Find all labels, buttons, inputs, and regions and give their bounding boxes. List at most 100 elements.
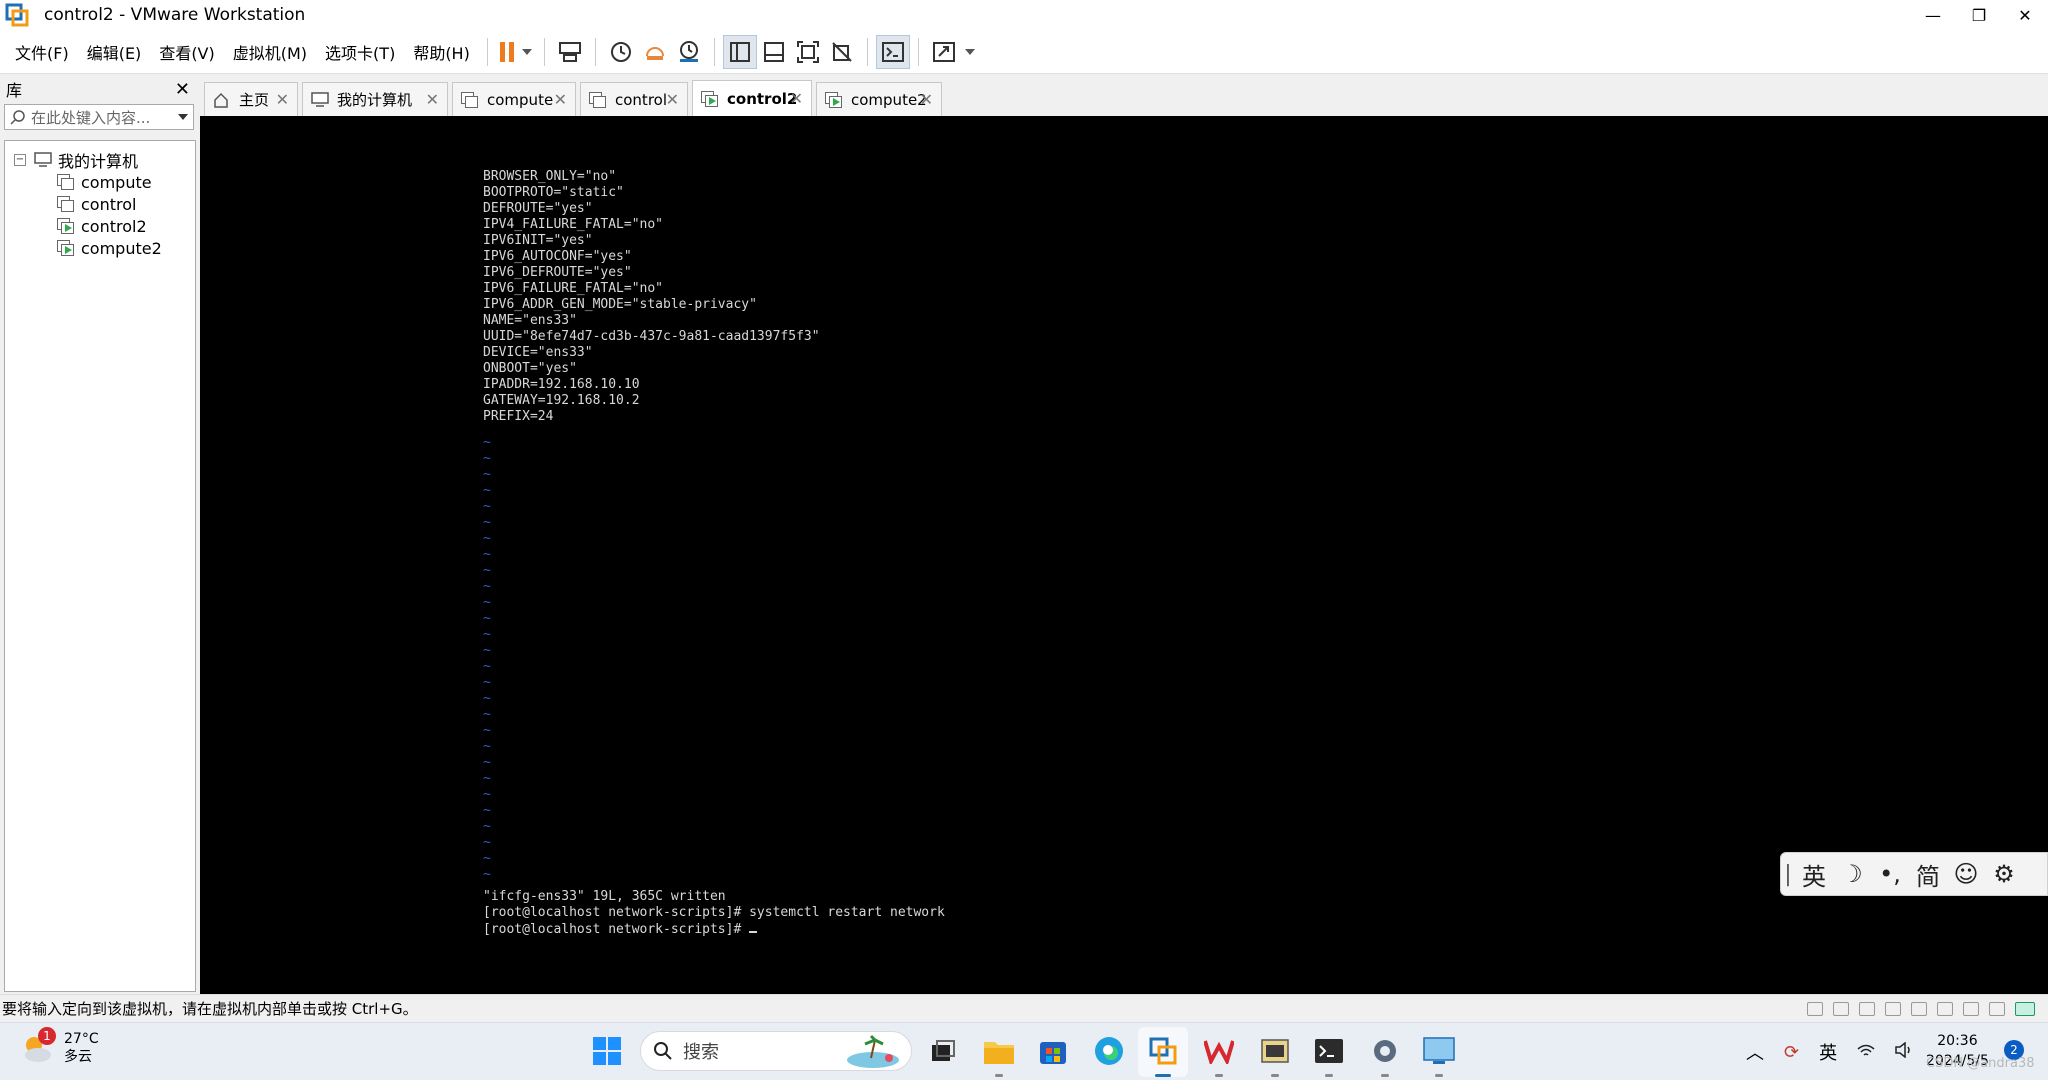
close-icon[interactable]: ✕ <box>276 90 289 109</box>
menu-help[interactable]: 帮助(H) <box>404 37 479 67</box>
full-screen-button[interactable] <box>791 35 825 69</box>
tray-input-language[interactable]: 英 <box>1819 1039 1837 1065</box>
collapse-icon[interactable]: − <box>14 154 26 166</box>
tab-compute2[interactable]: compute2 ✕ <box>816 82 942 116</box>
network-adapter-icon[interactable] <box>1911 1001 1927 1016</box>
settings-app-icon[interactable] <box>1368 1034 1402 1077</box>
restore-button[interactable]: ❐ <box>1956 0 2002 30</box>
display-icon[interactable] <box>1989 1001 2005 1016</box>
network-adapter-icon[interactable] <box>1885 1001 1901 1016</box>
library-search[interactable]: 在此处键入内容... <box>4 104 194 130</box>
message-log-icon[interactable] <box>2015 1001 2035 1016</box>
tab-control2[interactable]: control2 ✕ <box>692 80 812 116</box>
close-button[interactable]: ✕ <box>2002 0 2048 30</box>
menu-vm[interactable]: 虚拟机(M) <box>224 37 316 67</box>
microsoft-store-icon[interactable] <box>1036 1034 1070 1068</box>
console-view-button[interactable] <box>875 34 910 69</box>
thumbnail-bar-button[interactable] <box>757 35 791 69</box>
search-icon <box>5 109 31 125</box>
file-explorer-icon[interactable] <box>982 1034 1016 1077</box>
tab-compute[interactable]: compute ✕ <box>452 82 576 116</box>
ime-toolbar: | 英 ☽ •, 简 ☺ ⚙ <box>1780 852 2048 896</box>
close-icon[interactable]: ✕ <box>790 89 803 108</box>
vim-empty-line-tilde: ~ <box>483 515 491 530</box>
tree-item-compute2[interactable]: compute2 <box>5 237 195 259</box>
wifi-icon[interactable] <box>1857 1042 1875 1063</box>
tab-home[interactable]: 主页 ✕ <box>204 82 298 116</box>
sound-card-icon[interactable] <box>1937 1001 1953 1016</box>
vm-icon <box>57 196 75 212</box>
config-line: IPV6_ADDR_GEN_MODE="stable-privacy" <box>483 297 757 312</box>
chevron-down-icon <box>964 48 975 55</box>
show-library-button[interactable] <box>722 34 757 69</box>
toolbar-separator <box>543 37 545 66</box>
tree-item-compute[interactable]: compute <box>5 171 195 193</box>
library-title: 库 <box>6 81 23 100</box>
revert-snapshot-button[interactable] <box>638 35 672 69</box>
remote-desktop-icon[interactable] <box>1422 1034 1456 1077</box>
ime-simplified-toggle[interactable]: 简 <box>1909 857 1947 892</box>
tree-item-control2[interactable]: control2 <box>5 215 195 237</box>
start-button[interactable] <box>590 1034 624 1068</box>
text-cursor <box>749 921 758 933</box>
settings-icon[interactable]: ⚙ <box>1985 860 2023 888</box>
cd-drive-icon[interactable] <box>1833 1001 1849 1016</box>
vim-empty-line-tilde: ~ <box>483 579 491 594</box>
chevron-down-icon[interactable] <box>173 114 193 120</box>
wps-office-icon[interactable] <box>1202 1034 1236 1077</box>
task-view-icon[interactable] <box>926 1034 960 1068</box>
emoji-icon[interactable]: ☺ <box>1947 860 1985 888</box>
printer-icon[interactable] <box>1963 1001 1979 1016</box>
vmware-workstation-icon[interactable] <box>1146 1034 1180 1077</box>
menu-view[interactable]: 查看(V) <box>150 37 223 67</box>
show-hidden-icons-chevron-icon[interactable]: ︿ <box>1746 1039 1764 1065</box>
vim-empty-line-tilde: ~ <box>483 483 491 498</box>
config-line: DEVICE="ens33" <box>483 345 593 360</box>
tree-root-my-computer[interactable]: − 我的计算机 <box>5 149 195 171</box>
stretch-guest-button[interactable] <box>927 35 961 69</box>
unity-mode-button[interactable] <box>825 35 859 69</box>
close-icon[interactable]: ✕ <box>426 90 439 109</box>
close-icon[interactable]: ✕ <box>666 90 679 109</box>
volume-icon[interactable] <box>1895 1040 1913 1063</box>
vim-empty-line-tilde: ~ <box>483 435 491 450</box>
taskbar-search[interactable]: 搜索 <box>640 1031 912 1071</box>
minimize-button[interactable]: — <box>1910 0 1956 30</box>
vim-status-line: "ifcfg-ens33" 19L, 365C written <box>483 889 726 904</box>
take-snapshot-button[interactable] <box>604 35 638 69</box>
terminal-app-icon[interactable] <box>1312 1034 1346 1077</box>
stretch-dropdown-button[interactable] <box>961 35 979 69</box>
close-icon[interactable]: ✕ <box>920 90 933 109</box>
snapshot-manager-button[interactable] <box>672 35 706 69</box>
library-close-button[interactable]: ✕ <box>175 79 190 100</box>
weather-widget[interactable]: 1 27°C 多云 <box>20 1027 99 1066</box>
sync-icon[interactable]: ⟳ <box>1784 1042 1799 1063</box>
vim-empty-line-tilde: ~ <box>483 547 491 562</box>
punctuation-icon[interactable]: •, <box>1871 860 1909 888</box>
send-ctrl-alt-del-button[interactable] <box>553 35 587 69</box>
tab-control[interactable]: control ✕ <box>580 82 688 116</box>
moon-icon[interactable]: ☽ <box>1833 860 1871 888</box>
vim-empty-line-tilde: ~ <box>483 851 491 866</box>
cd-drive-icon[interactable] <box>1859 1001 1875 1016</box>
menu-tabs[interactable]: 选项卡(T) <box>316 37 404 67</box>
power-dropdown-button[interactable] <box>518 35 536 69</box>
pause-icon <box>499 41 514 62</box>
edge-browser-icon[interactable] <box>1092 1034 1126 1068</box>
vim-empty-line-tilde: ~ <box>483 707 491 722</box>
virtual-machine-app-icon[interactable] <box>1258 1034 1292 1077</box>
ime-language-toggle[interactable]: 英 <box>1795 857 1833 892</box>
vm-running-icon <box>57 218 75 234</box>
config-line: GATEWAY=192.168.10.2 <box>483 393 640 408</box>
suspend-button[interactable] <box>496 35 518 69</box>
clock-time: 20:36 <box>1937 1033 1978 1049</box>
tab-my-computer[interactable]: 我的计算机 ✕ <box>302 82 448 116</box>
menu-file[interactable]: 文件(F) <box>6 37 78 67</box>
close-icon[interactable]: ✕ <box>554 90 567 109</box>
hard-disk-icon[interactable] <box>1807 1001 1823 1016</box>
menu-edit[interactable]: 编辑(E) <box>78 37 151 67</box>
snapshot-manager-icon <box>679 40 698 62</box>
grip-icon[interactable]: | <box>1781 862 1795 887</box>
vm-console[interactable]: BROWSER_ONLY="no" BOOTPROTO="static" DEFRO… <box>200 116 2048 994</box>
tree-item-control[interactable]: control <box>5 193 195 215</box>
